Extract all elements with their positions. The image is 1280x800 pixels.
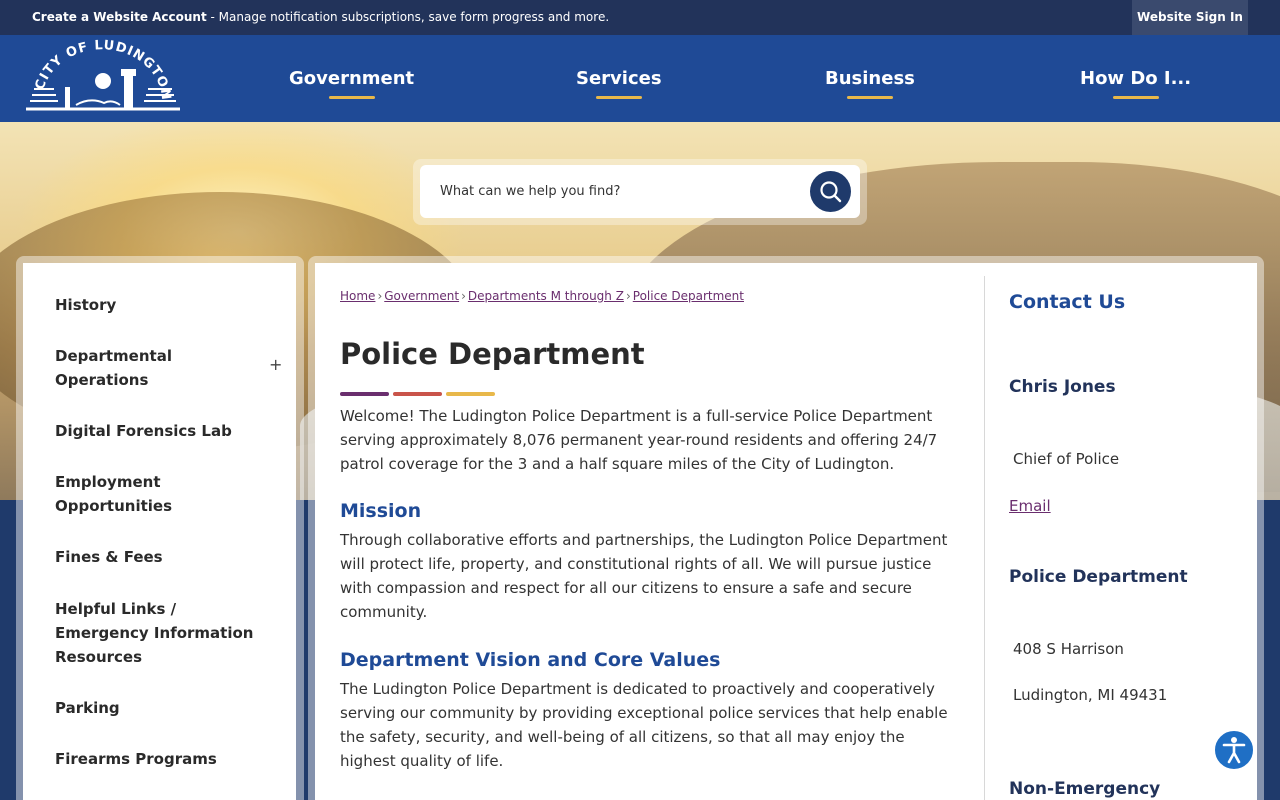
website-sign-in-button[interactable]: Website Sign In <box>1132 0 1248 35</box>
sidebar-item-firearms-programs[interactable]: Firearms Programs <box>55 747 255 771</box>
breadcrumb-government[interactable]: Government <box>384 289 459 303</box>
svg-text:CITY OF LUDINGTON: CITY OF LUDINGTON <box>33 39 174 102</box>
accent-bar <box>446 392 495 396</box>
search-icon <box>820 181 842 203</box>
breadcrumb-departments-m-z[interactable]: Departments M through Z <box>468 289 624 303</box>
mission-paragraph: Through collaborative efforts and partne… <box>340 531 948 621</box>
contact-address-line1: 408 S Harrison <box>1013 640 1124 658</box>
sidebar-item-fines-fees[interactable]: Fines & Fees <box>55 545 255 569</box>
welcome-paragraph: Welcome! The Ludington Police Department… <box>340 407 938 473</box>
nav-business[interactable]: Business <box>825 68 915 99</box>
sidebar-item-history[interactable]: History <box>55 293 255 317</box>
accent-bar <box>340 392 389 396</box>
breadcrumb-separator: › <box>625 289 631 303</box>
nav-label: Services <box>576 68 662 89</box>
contact-role: Chief of Police <box>1013 450 1120 468</box>
vision-paragraph: The Ludington Police Department is dedic… <box>340 680 948 770</box>
nav-label: Government <box>289 68 415 89</box>
nav-label: Business <box>825 68 915 89</box>
contact-department: Police Department <box>1009 567 1188 587</box>
create-account-link[interactable]: Create a Website Account <box>32 10 207 24</box>
nav-underline <box>1112 96 1159 99</box>
sidebar-item-departmental-operations[interactable]: Departmental Operations <box>55 344 255 392</box>
nav-underline <box>595 96 642 99</box>
main-content: Home › Government › Departments M through Z ›… <box>315 263 1257 800</box>
contact-email-link[interactable]: Email <box>1009 497 1051 515</box>
sidebar-item-employment-opportunities[interactable]: Employment Opportunities <box>55 470 255 518</box>
accent-bar <box>393 392 442 396</box>
account-banner-text: - Manage notification subscriptions, sav… <box>206 10 610 24</box>
nav-label: How Do I... <box>1080 68 1192 89</box>
breadcrumb: Home › Government › Departments M through Z ›… <box>340 289 744 303</box>
contact-us-heading: Contact Us <box>1009 291 1126 313</box>
vision-heading: Department Vision and Core Values <box>340 649 721 671</box>
city-logo[interactable]: CITY OF LUDINGTON <box>20 38 186 117</box>
non-emergency-heading: Non-Emergency <box>1009 779 1161 799</box>
sidebar-item-helpful-links[interactable]: Helpful Links / Emergency Information Re… <box>55 597 255 669</box>
site-header: CITY OF LUDINGTON Government Services Bu… <box>0 35 1280 122</box>
breadcrumb-separator: › <box>461 289 466 303</box>
nav-underline <box>846 96 893 99</box>
mission-heading: Mission <box>340 500 422 522</box>
sidebar-item-parking[interactable]: Parking <box>55 696 255 720</box>
top-utility-bar: Create a Website Account - Manage notifi… <box>0 0 1280 35</box>
expand-plus-icon[interactable]: + <box>269 355 282 374</box>
contact-name: Chris Jones <box>1009 377 1116 397</box>
nav-government[interactable]: Government <box>289 68 414 99</box>
accessibility-icon <box>1222 737 1246 764</box>
nav-how-do-i[interactable]: How Do I... <box>1080 68 1191 99</box>
search-input[interactable] <box>440 165 800 218</box>
sidebar-item-digital-forensics-lab[interactable]: Digital Forensics Lab <box>55 419 255 443</box>
nav-services[interactable]: Services <box>576 68 662 99</box>
sidebar-nav: History Departmental Operations + Digita… <box>23 263 296 800</box>
search-button[interactable] <box>810 171 851 212</box>
breadcrumb-separator: › <box>377 289 383 303</box>
breadcrumb-home[interactable]: Home <box>340 289 375 303</box>
breadcrumb-police-department[interactable]: Police Department <box>633 289 744 303</box>
lighthouse-logo-icon: CITY OF LUDINGTON <box>26 38 180 111</box>
search-bar <box>420 165 860 218</box>
nav-underline <box>328 96 375 99</box>
page-title: Police Department <box>340 337 645 371</box>
accessibility-button[interactable] <box>1213 729 1255 771</box>
title-accent-bars <box>340 381 499 400</box>
account-banner: Create a Website Account - Manage notifi… <box>32 10 609 24</box>
column-divider <box>984 276 985 800</box>
contact-address-line2: Ludington, MI 49431 <box>1013 686 1168 704</box>
